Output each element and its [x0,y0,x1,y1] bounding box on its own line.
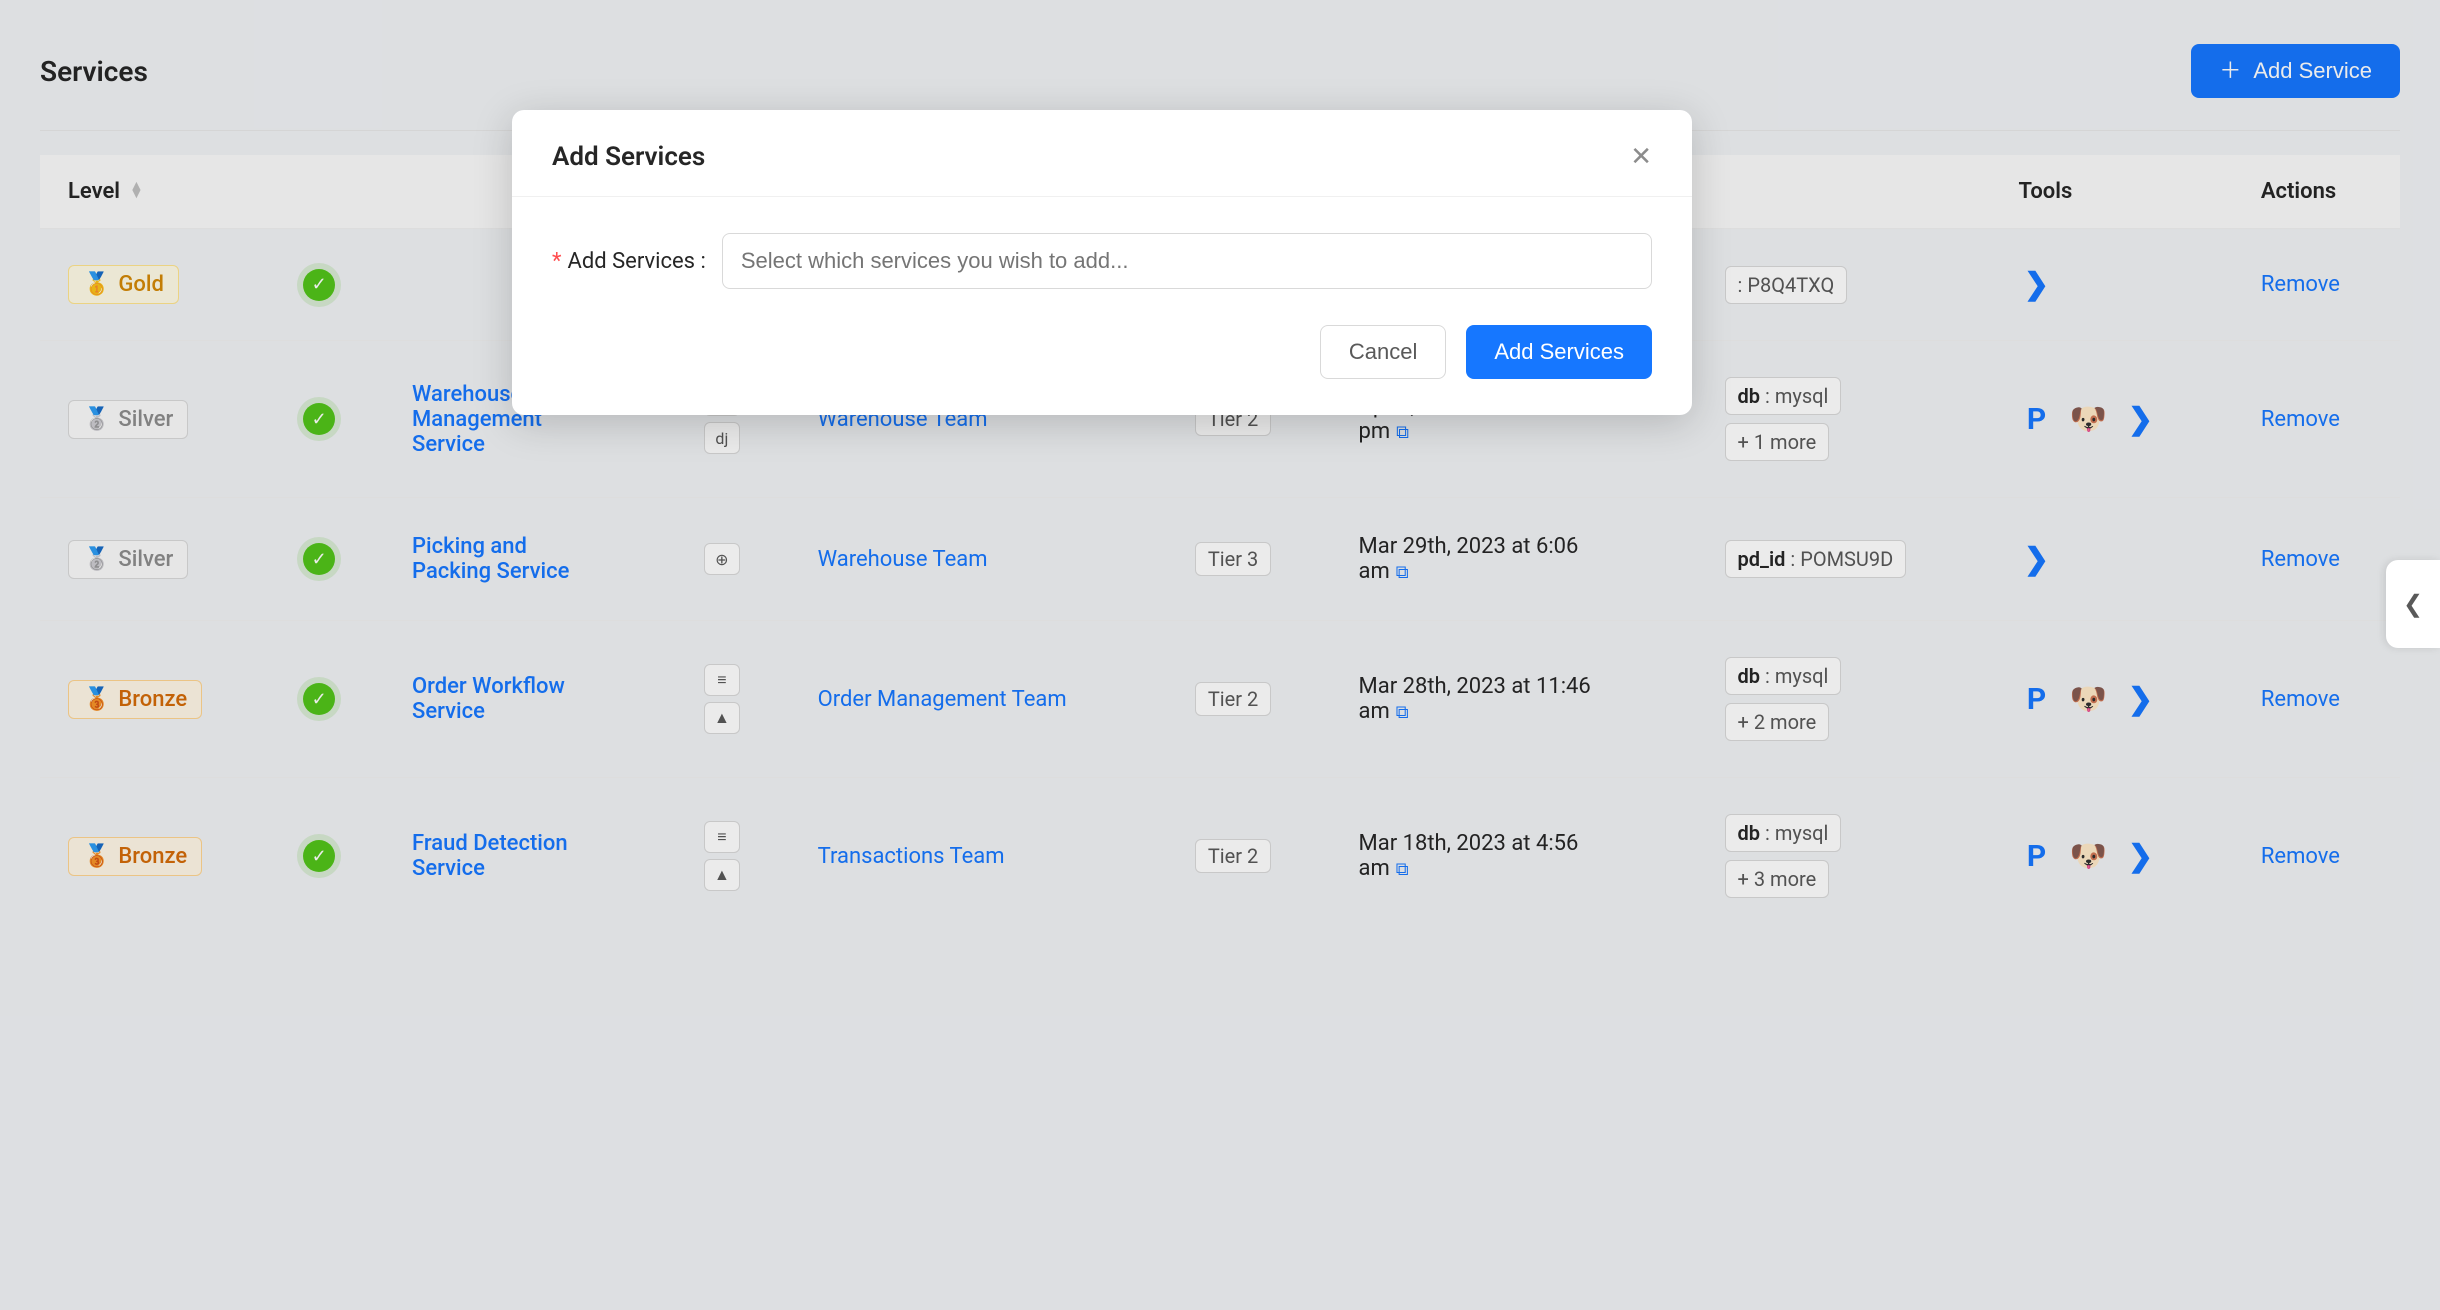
chevron-left-icon: ❮ [2403,590,2423,618]
side-drawer-toggle[interactable]: ❮ [2386,560,2440,648]
modal-title: Add Services [552,142,705,172]
field-label: *Add Services : [552,249,706,274]
close-icon[interactable]: ✕ [1630,142,1652,172]
add-services-modal: Add Services ✕ *Add Services : Cancel Ad… [512,110,1692,415]
cancel-button[interactable]: Cancel [1320,325,1446,379]
add-services-select[interactable] [722,233,1652,289]
required-asterisk: * [552,249,561,274]
submit-add-services-button[interactable]: Add Services [1466,325,1652,379]
